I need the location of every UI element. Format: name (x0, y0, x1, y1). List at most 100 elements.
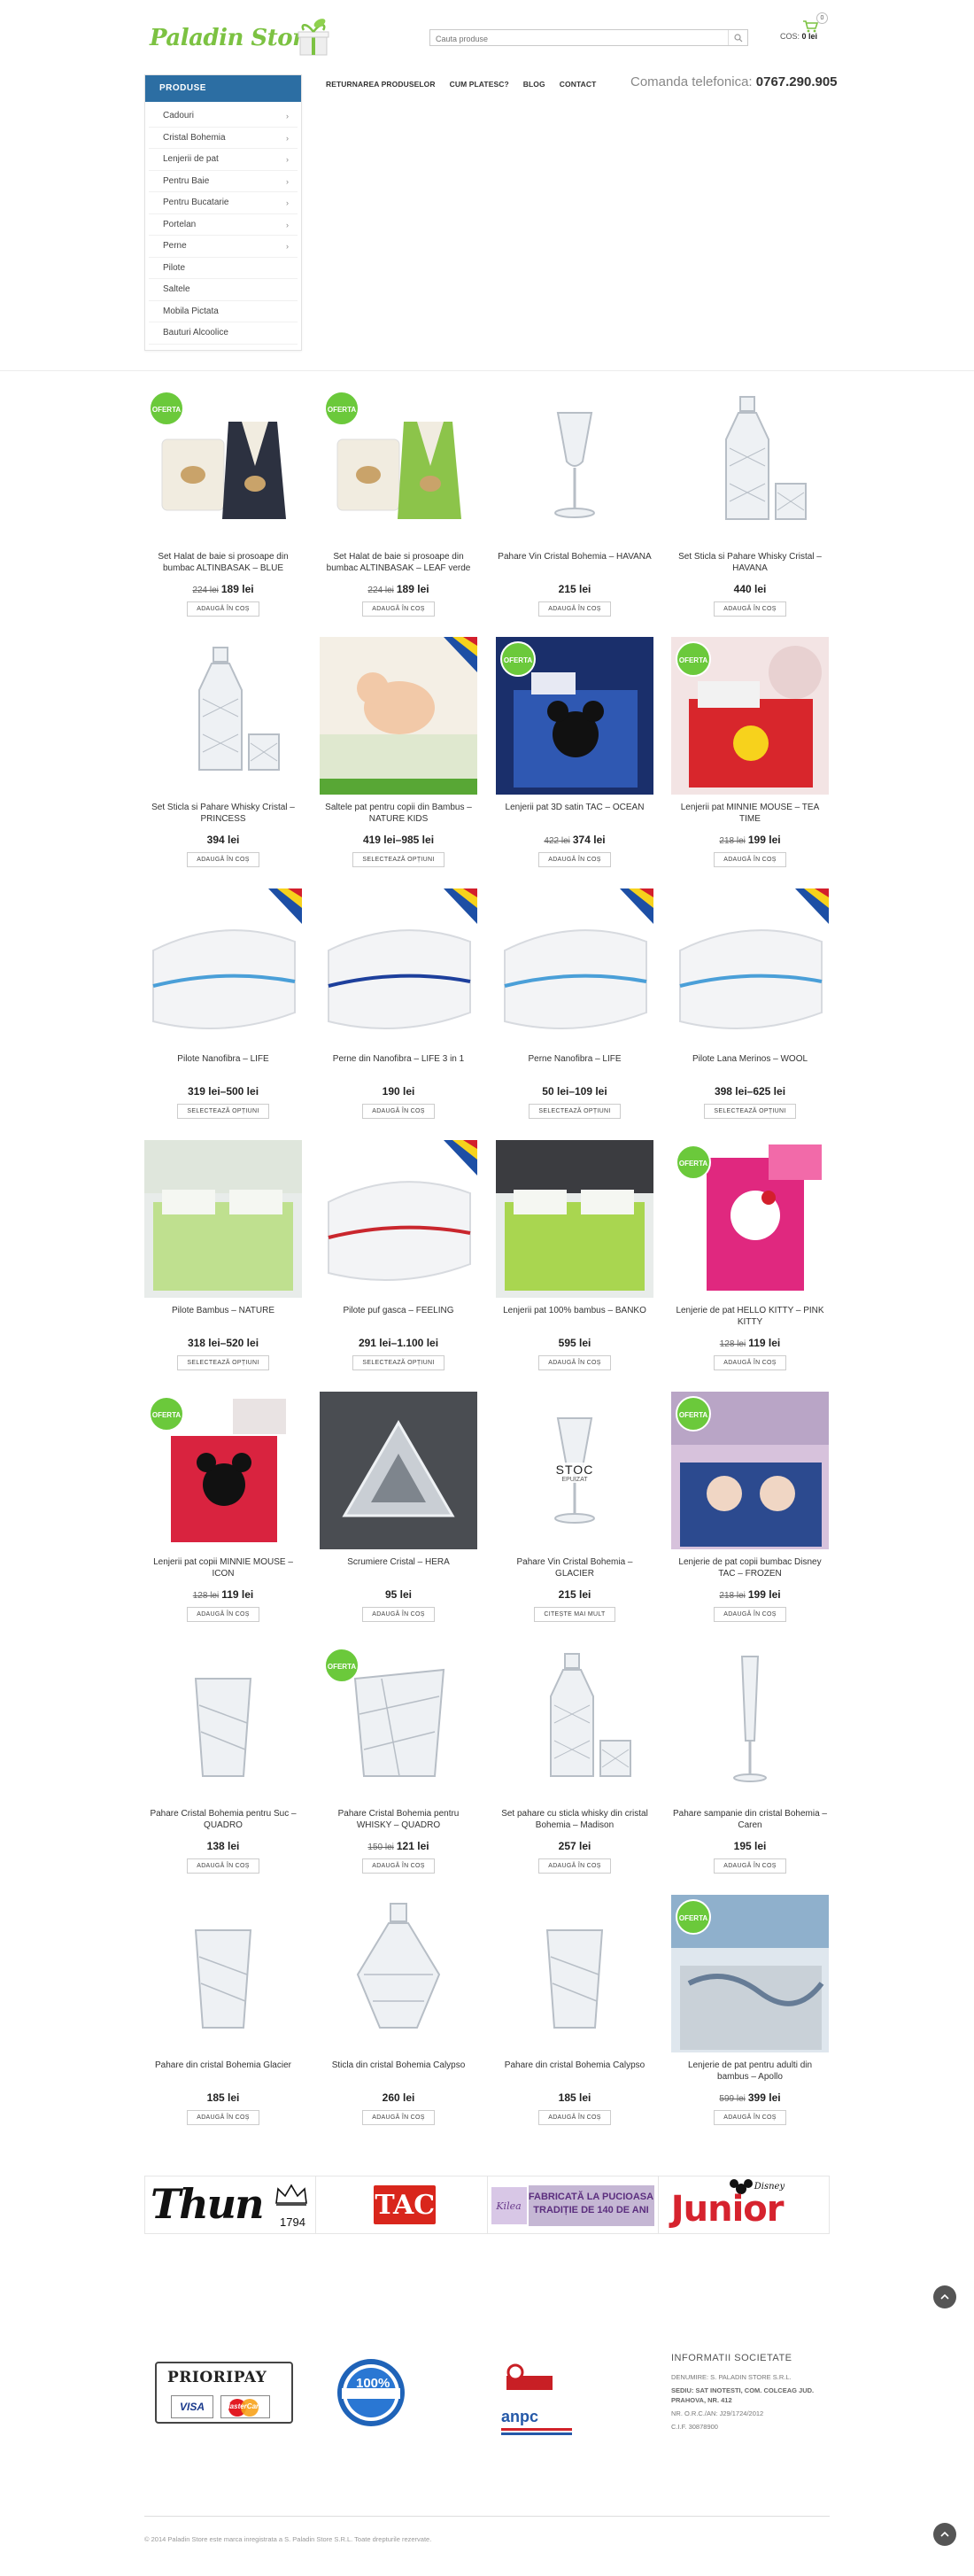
product-name[interactable]: Pahare Cristal Bohemia pentru Suc – QUAD… (144, 1808, 302, 1835)
add-to-cart-button[interactable]: ADAUGĂ ÎN COȘ (538, 2110, 611, 2125)
product-image[interactable] (496, 888, 653, 1046)
product-name[interactable]: Set pahare cu sticla whisky din cristal … (496, 1808, 653, 1835)
product-name[interactable]: Scrumiere Cristal – HERA (320, 1556, 477, 1583)
cart-widget[interactable]: COS: 0 lei 0 (776, 12, 829, 50)
product-image[interactable]: OFERTA (144, 1392, 302, 1549)
product-image[interactable] (144, 888, 302, 1046)
sidebar-item-pentru-baie[interactable]: Pentru Baie › (149, 171, 298, 192)
search-button[interactable] (728, 30, 747, 45)
add-to-cart-button[interactable]: ADAUGĂ ÎN COȘ (538, 852, 611, 867)
product-image[interactable]: OFERTA (144, 386, 302, 544)
product-name[interactable]: Set Halat de baie si prosoape din bumbac… (144, 551, 302, 578)
search-input[interactable] (430, 31, 723, 47)
product-image[interactable] (671, 386, 829, 544)
product-name[interactable]: Lenjerii pat 3D satin TAC – OCEAN (496, 802, 653, 828)
nav-link-returnarea-produselor[interactable]: RETURNAREA PRODUSELOR (326, 80, 436, 89)
nav-link-cum-platesc[interactable]: CUM PLATESC? (450, 80, 509, 89)
add-to-cart-button[interactable]: ADAUGĂ ÎN COȘ (714, 2110, 786, 2125)
sidebar-item-pilote[interactable]: Pilote (149, 258, 298, 279)
brand-tac[interactable]: TAC (316, 2176, 488, 2233)
product-name[interactable]: Saltele pat pentru copii din Bambus – NA… (320, 802, 477, 828)
product-image[interactable] (320, 1895, 477, 2052)
product-name[interactable]: Pilote puf gasca – FEELING (320, 1305, 477, 1331)
brand-thun[interactable]: Thun 1794 (145, 2176, 317, 2233)
product-image[interactable]: OFERTA (671, 1140, 829, 1298)
add-to-cart-button[interactable]: ADAUGĂ ÎN COȘ (187, 852, 259, 867)
product-image[interactable]: STOC EPUIZAT (496, 1392, 653, 1549)
add-to-cart-button[interactable]: ADAUGĂ ÎN COȘ (714, 601, 786, 617)
product-image[interactable] (320, 637, 477, 795)
add-to-cart-button[interactable]: ADAUGĂ ÎN COȘ (714, 852, 786, 867)
product-image[interactable] (320, 1140, 477, 1298)
back-to-top-button-footer[interactable] (933, 2523, 956, 2546)
add-to-cart-button[interactable]: SELECTEAZĂ OPȚIUNI (352, 852, 444, 867)
sidebar-item-bauturi-alcoolice[interactable]: Bauturi Alcoolice (149, 322, 298, 345)
product-name[interactable]: Perne din Nanofibra – LIFE 3 in 1 (320, 1053, 477, 1080)
add-to-cart-button[interactable]: SELECTEAZĂ OPȚIUNI (177, 1355, 269, 1370)
add-to-cart-button[interactable]: ADAUGĂ ÎN COȘ (362, 1858, 435, 1874)
add-to-cart-button[interactable]: ADAUGĂ ÎN COȘ (187, 2110, 259, 2125)
product-name[interactable]: Pahare sampanie din cristal Bohemia – Ca… (671, 1808, 829, 1835)
product-name[interactable]: Set Halat de baie si prosoape din bumbac… (320, 551, 477, 578)
site-logo[interactable]: Paladin Store (144, 18, 339, 62)
add-to-cart-button[interactable]: ADAUGĂ ÎN COȘ (714, 1355, 786, 1370)
brand-kilea[interactable]: Kilea FABRICATĂ LA PUCIOASA TRADIȚIE DE … (488, 2176, 659, 2233)
product-image[interactable] (671, 888, 829, 1046)
product-image[interactable] (671, 1643, 829, 1801)
add-to-cart-button[interactable]: ADAUGĂ ÎN COȘ (714, 1607, 786, 1622)
product-name[interactable]: Lenjerie de pat HELLO KITTY – PINK KITTY (671, 1305, 829, 1331)
product-image[interactable] (496, 386, 653, 544)
add-to-cart-button[interactable]: SELECTEAZĂ OPȚIUNI (529, 1104, 621, 1119)
product-name[interactable]: Pilote Bambus – NATURE (144, 1305, 302, 1331)
add-to-cart-button[interactable]: ADAUGĂ ÎN COȘ (538, 1355, 611, 1370)
product-image[interactable] (320, 888, 477, 1046)
nav-link-contact[interactable]: CONTACT (560, 80, 597, 89)
add-to-cart-button[interactable]: CITEȘTE MAI MULT (534, 1607, 615, 1622)
brand-disney-junior[interactable]: Disney Junior (659, 2176, 829, 2233)
product-name[interactable]: Set Sticla si Pahare Whisky Cristal – PR… (144, 802, 302, 828)
product-name[interactable]: Lenjerie de pat pentru adulti din bambus… (671, 2060, 829, 2086)
phone-number[interactable]: 0767.290.905 (756, 74, 838, 89)
product-name[interactable]: Sticla din cristal Bohemia Calypso (320, 2060, 477, 2086)
product-name[interactable]: Lenjerii pat 100% bambus – BANKO (496, 1305, 653, 1331)
add-to-cart-button[interactable]: SELECTEAZĂ OPȚIUNI (177, 1104, 269, 1119)
sidebar-item-perne[interactable]: Perne › (149, 236, 298, 258)
product-name[interactable]: Perne Nanofibra – LIFE (496, 1053, 653, 1080)
product-image[interactable]: OFERTA (671, 637, 829, 795)
add-to-cart-button[interactable]: ADAUGĂ ÎN COȘ (538, 601, 611, 617)
product-image[interactable] (496, 1140, 653, 1298)
sidebar-item-lenjerii-de-pat[interactable]: Lenjerii de pat › (149, 149, 298, 171)
sidebar-item-cadouri[interactable]: Cadouri › (149, 105, 298, 128)
add-to-cart-button[interactable]: ADAUGĂ ÎN COȘ (538, 1858, 611, 1874)
product-name[interactable]: Pahare Vin Cristal Bohemia – GLACIER (496, 1556, 653, 1583)
product-image[interactable] (144, 1643, 302, 1801)
nav-link-blog[interactable]: BLOG (523, 80, 545, 89)
product-image[interactable]: OFERTA (671, 1392, 829, 1549)
back-to-top-button[interactable] (933, 2285, 956, 2308)
product-image[interactable] (496, 1895, 653, 2052)
sidebar-item-saltele[interactable]: Saltele (149, 279, 298, 301)
product-image[interactable]: OFERTA (320, 1643, 477, 1801)
product-name[interactable]: Lenjerii pat MINNIE MOUSE – TEA TIME (671, 802, 829, 828)
product-name[interactable]: Set Sticla si Pahare Whisky Cristal – HA… (671, 551, 829, 578)
product-image[interactable]: OFERTA (671, 1895, 829, 2052)
product-name[interactable]: Pilote Nanofibra – LIFE (144, 1053, 302, 1080)
add-to-cart-button[interactable]: ADAUGĂ ÎN COȘ (362, 1607, 435, 1622)
product-image[interactable]: OFERTA (320, 386, 477, 544)
sidebar-item-cristal-bohemia[interactable]: Cristal Bohemia › (149, 128, 298, 149)
add-to-cart-button[interactable]: ADAUGĂ ÎN COȘ (187, 1607, 259, 1622)
product-name[interactable]: Lenjerie de pat copii bumbac Disney TAC … (671, 1556, 829, 1583)
product-name[interactable]: Pahare Cristal Bohemia pentru WHISKY – Q… (320, 1808, 477, 1835)
add-to-cart-button[interactable]: ADAUGĂ ÎN COȘ (187, 1858, 259, 1874)
product-image[interactable] (144, 637, 302, 795)
product-name[interactable]: Pilote Lana Merinos – WOOL (671, 1053, 829, 1080)
add-to-cart-button[interactable]: SELECTEAZĂ OPȚIUNI (352, 1355, 444, 1370)
product-image[interactable]: OFERTA (496, 637, 653, 795)
product-image[interactable] (144, 1140, 302, 1298)
sidebar-item-mobila-pictata[interactable]: Mobila Pictata (149, 301, 298, 322)
add-to-cart-button[interactable]: SELECTEAZĂ OPȚIUNI (704, 1104, 796, 1119)
product-image[interactable] (144, 1895, 302, 2052)
add-to-cart-button[interactable]: ADAUGĂ ÎN COȘ (187, 601, 259, 617)
product-image[interactable] (320, 1392, 477, 1549)
add-to-cart-button[interactable]: ADAUGĂ ÎN COȘ (362, 601, 435, 617)
